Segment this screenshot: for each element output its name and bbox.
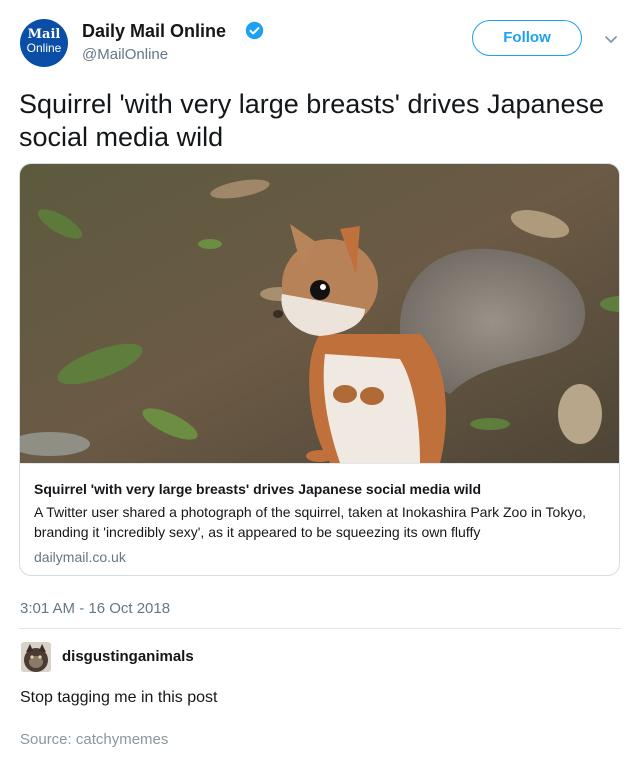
verified-badge-icon <box>245 21 264 40</box>
chevron-down-icon[interactable] <box>604 35 618 45</box>
publisher-avatar[interactable]: Mail Online <box>20 19 68 67</box>
article-photo[interactable] <box>20 164 619 463</box>
avatar-logo-line1: Mail <box>27 27 61 42</box>
tweet-timestamp[interactable]: 3:01 AM - 16 Oct 2018 <box>20 600 170 618</box>
tweet-text: Squirrel 'with very large breasts' drive… <box>19 89 605 152</box>
link-card[interactable]: Squirrel 'with very large breasts' drive… <box>19 163 620 576</box>
display-name[interactable]: Daily Mail Online <box>82 20 226 42</box>
source-attribution[interactable]: Source: catchymemes <box>20 731 168 749</box>
user-handle[interactable]: @MailOnline <box>82 46 168 64</box>
divider <box>19 628 621 629</box>
reply-avatar[interactable] <box>21 642 51 672</box>
card-description: A Twitter user shared a photograph of th… <box>34 504 587 540</box>
card-domain[interactable]: dailymail.co.uk <box>34 548 126 566</box>
card-details[interactable]: Squirrel 'with very large breasts' drive… <box>20 463 619 575</box>
reply-username[interactable]: disgustinganimals <box>62 648 194 666</box>
follow-button[interactable]: Follow <box>472 20 582 56</box>
avatar-logo-line2: Online <box>26 41 62 55</box>
card-title[interactable]: Squirrel 'with very large breasts' drive… <box>34 480 481 498</box>
reply-text: Stop tagging me in this post <box>20 689 218 706</box>
